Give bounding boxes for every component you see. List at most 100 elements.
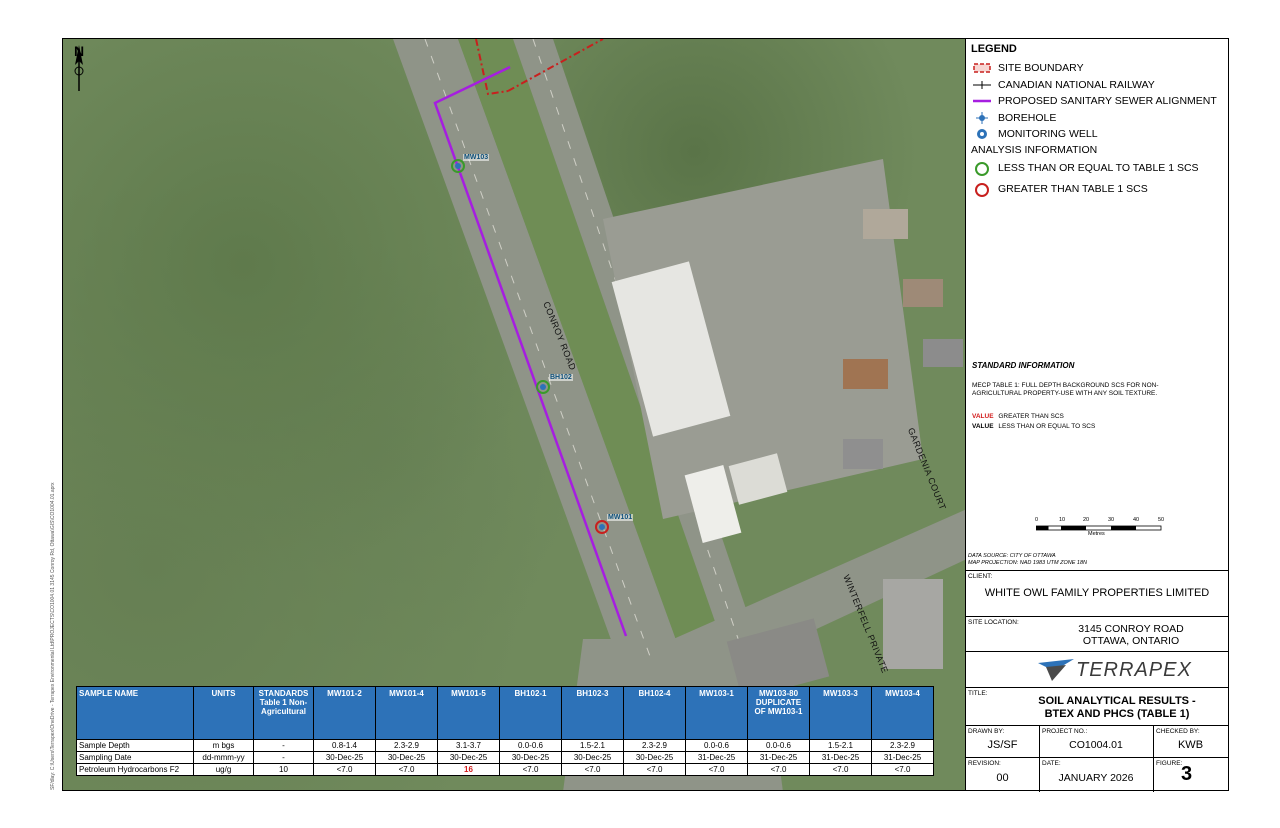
legend-label: LESS THAN OR EQUAL TO TABLE 1 SCS [998,162,1199,174]
table-cell: 0.0-0.6 [747,739,810,752]
scale-tick: 50 [1158,517,1165,523]
col-header: BH102-4 [623,686,686,740]
green-circle-icon [971,162,993,176]
north-arrow: N [69,43,89,113]
scale-tick: 0 [1035,517,1039,523]
table-cell: <7.0 [685,763,748,776]
table-cell: - [253,739,314,752]
north-arrow-icon [74,45,84,91]
table-cell: 30-Dec-25 [437,751,500,764]
analytical-results-table: SAMPLE NAME UNITS STANDARDS Table 1 Non-… [76,686,934,776]
divider [966,616,1228,617]
file-path-text: SF/dlay: C:\Users\Terrapex\OneDrive - Te… [50,482,56,790]
divider [966,725,1228,726]
table-cell: 2.3-2.9 [623,739,686,752]
terrapex-logo-icon [1038,659,1074,681]
date-value: JANUARY 2026 [1058,772,1134,784]
legend-item: MONITORING WELL [971,128,1098,140]
drawing-title: SOIL ANALYTICAL RESULTS - BTEX AND PHCS … [1006,695,1228,721]
legend-item: GREATER THAN TABLE 1 SCS [971,183,1148,197]
value-word-red: VALUE [972,413,994,420]
value-less-text: LESS THAN OR EQUAL TO SCS [998,423,1096,430]
legend-label: CANADIAN NATIONAL RAILWAY [998,79,1155,91]
title-line1: SOIL ANALYTICAL RESULTS - [1038,695,1196,707]
value-less-row: VALUE LESS THAN OR EQUAL TO SCS [972,423,1095,430]
table-header-row: SAMPLE NAME UNITS STANDARDS Table 1 Non-… [76,686,934,740]
col-header: MW101-5 [437,686,500,740]
logo-text: TERRAPEX [1076,658,1192,681]
table-cell: 2.3-2.9 [871,739,934,752]
drawn-by-label: DRAWN BY: [968,728,1005,735]
divider [966,570,1228,571]
divider [1153,725,1154,792]
table-cell: 30-Dec-25 [499,751,562,764]
col-header: SAMPLE NAME [76,686,194,740]
legend-label: GREATER THAN TABLE 1 SCS [998,183,1148,195]
table-cell: 10 [253,763,314,776]
legend-item: LESS THAN OR EQUAL TO TABLE 1 SCS [971,162,1199,176]
table-cell: dd-mmm-yy [193,751,254,764]
railway-icon [971,79,993,91]
col-header: MW103-1 [685,686,748,740]
col-header: MW103-4 [871,686,934,740]
legend-item: BOREHOLE [971,112,1056,124]
table-cell: ug/g [193,763,254,776]
site-boundary-icon [971,62,993,74]
analysis-title: ANALYSIS INFORMATION [971,144,1098,156]
legend-label: MONITORING WELL [998,128,1098,140]
scale-tick: 40 [1133,517,1140,523]
well-label-mw101: MW101 [607,514,634,521]
table-cell: <7.0 [375,763,438,776]
table-cell: 30-Dec-25 [623,751,686,764]
table-cell: 31-Dec-25 [747,751,810,764]
legend-title: LEGEND [971,43,1017,55]
table-cell: Sampling Date [76,751,194,764]
checked-by-value: KWB [1177,739,1204,751]
drawn-by-value: JS/SF [987,739,1018,751]
scale-tick: 10 [1059,517,1066,523]
well-label-mw103: MW103 [463,154,490,161]
red-circle-icon [971,183,993,197]
table-cell: 3.1-3.7 [437,739,500,752]
data-source-text: DATA SOURCE: CITY OF OTTAWA [968,553,1056,559]
revision-label: REVISION: [968,760,1001,767]
table-cell: m bgs [193,739,254,752]
checked-by-label: CHECKED BY: [1156,728,1200,735]
scale-tick: 30 [1108,517,1115,523]
table-cell: 0.0-0.6 [685,739,748,752]
table-cell: <7.0 [561,763,624,776]
scale-tick: 20 [1083,517,1090,523]
standard-info-title: STANDARD INFORMATION [972,361,1075,370]
legend-item: CANADIAN NATIONAL RAILWAY [971,79,1155,91]
divider [966,687,1228,688]
table-cell: <7.0 [499,763,562,776]
figure-label: FIGURE: [1156,760,1183,767]
table-cell: <7.0 [313,763,376,776]
divider [966,651,1228,652]
col-header: MW101-4 [375,686,438,740]
title-block: LEGEND SITE BOUNDARY CANADIAN NATIONAL R… [966,38,1229,792]
terrapex-logo: TERRAPEX [1036,657,1192,683]
revision-value: 00 [996,772,1009,784]
title-line2: BTEX AND PHCS (TABLE 1) [1044,708,1190,720]
table-cell-exceedance: 16 [437,763,500,776]
site-line1: 3145 CONROY ROAD [1078,623,1184,635]
legend-label: BOREHOLE [998,112,1057,124]
aerial-map[interactable]: N MW103 BH102 MW101 CONROY ROAD GARDENIA… [62,38,966,791]
client-label: CLIENT: [968,573,993,580]
table-cell: 30-Dec-25 [313,751,376,764]
col-header: BH102-1 [499,686,562,740]
monitoring-well-icon [971,128,993,140]
value-greater-text: GREATER THAN SCS [998,413,1064,420]
legend-label: PROPOSED SANITARY SEWER ALIGNMENT [998,95,1217,107]
legend-label: SITE BOUNDARY [998,62,1084,74]
table-cell: <7.0 [623,763,686,776]
col-header: MW101-2 [313,686,376,740]
map-graphics [393,39,965,790]
standard-info-text: MECP TABLE 1: FULL DEPTH BACKGROUND SCS … [972,382,1159,397]
scale-unit: Metres [1088,531,1105,537]
col-header: BH102-3 [561,686,624,740]
table-cell: 0.0-0.6 [499,739,562,752]
project-no-value: CO1004.01 [1069,739,1123,751]
borehole-icon [971,112,993,124]
